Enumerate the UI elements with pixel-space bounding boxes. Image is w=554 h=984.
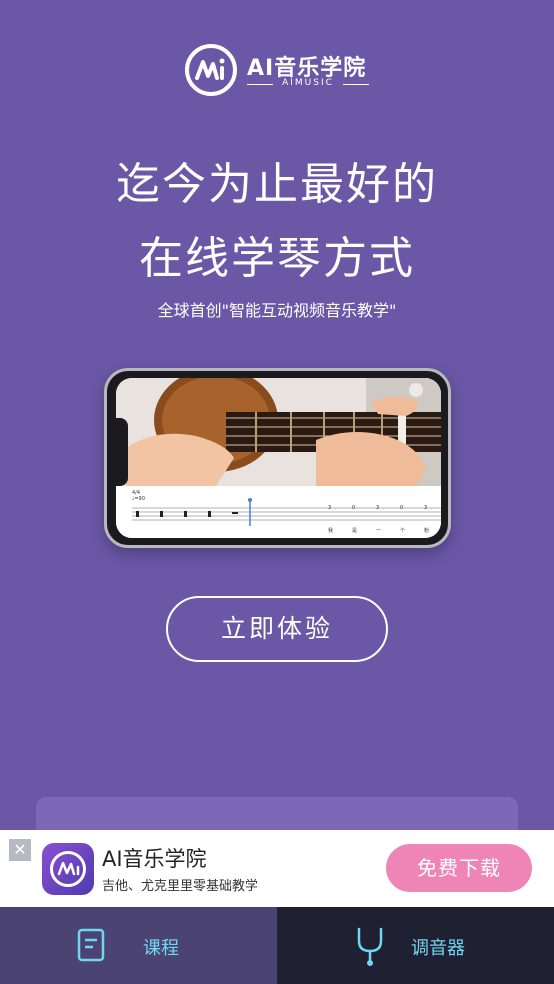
tab-tuner-label: 调音器 (411, 938, 465, 959)
tab-notation: 4/4 ♩=90 3 0 3 0 3 我 是 一 个 粉 (116, 486, 441, 538)
app-icon (42, 843, 94, 895)
phone-mockup: 4/4 ♩=90 3 0 3 0 3 我 是 一 个 粉 (104, 368, 451, 548)
try-now-button[interactable]: 立即体验 (166, 596, 388, 662)
banner-app-title: AI音乐学院 (102, 847, 207, 871)
tuning-fork-icon (357, 927, 383, 966)
close-icon[interactable]: ✕ (9, 839, 31, 861)
fret-number: 0 (400, 505, 403, 511)
music-wave-logo-icon (185, 44, 237, 96)
hero-headline-line1: 迄今为止最好的 (116, 159, 438, 210)
tab-courses-label: 课程 (143, 938, 179, 959)
tempo-marking: ♩=90 (132, 496, 145, 502)
phone-screen: 4/4 ♩=90 3 0 3 0 3 我 是 一 个 粉 (116, 378, 441, 538)
bottom-tab-bar: 课程 调音器 (0, 907, 554, 984)
app-download-banner: ✕ AI音乐学院 吉他、尤克里里零基础教学 免费下载 (0, 830, 554, 907)
banner-app-subtitle: 吉他、尤克里里零基础教学 (102, 879, 259, 894)
logo-subtitle: AIMUSIC (247, 78, 369, 88)
hero-tagline: 全球首创"智能互动视频音乐教学" (157, 301, 397, 320)
book-icon (77, 928, 105, 962)
lyric-char: 一 (376, 528, 381, 534)
tab-courses[interactable]: 课程 (0, 907, 277, 984)
fret-number: 3 (376, 505, 379, 511)
fret-number: 3 (328, 505, 331, 511)
hero-headline-line2: 在线学琴方式 (139, 233, 415, 284)
ukulele-lesson-video (116, 378, 441, 486)
lyric-char: 粉 (424, 527, 429, 534)
phone-notch (116, 418, 128, 486)
free-download-button[interactable]: 免费下载 (386, 844, 532, 892)
lyric-char: 个 (400, 528, 405, 534)
lyric-char: 我 (328, 527, 333, 534)
fret-number: 3 (424, 505, 427, 511)
lyric-char: 是 (352, 528, 357, 534)
app-logo: AI音乐学院 AIMUSIC (185, 44, 375, 98)
tab-tuner[interactable]: 调音器 (277, 907, 554, 984)
fret-number: 0 (352, 505, 355, 511)
